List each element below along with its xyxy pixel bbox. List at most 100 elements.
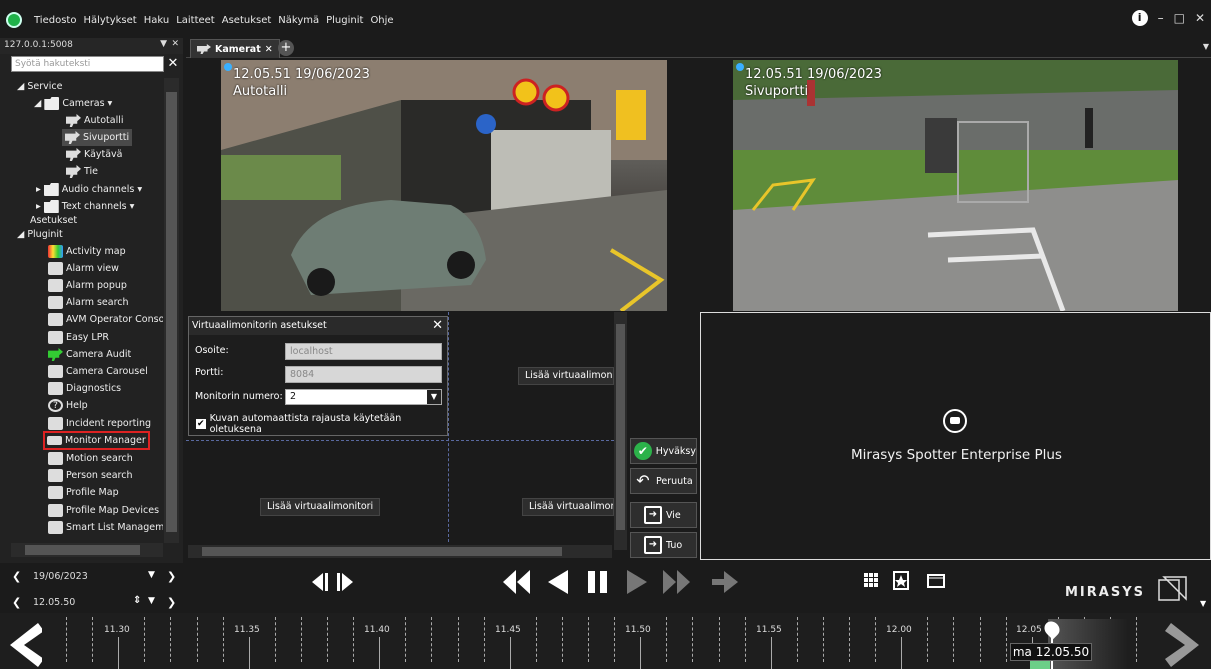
tree-service[interactable]: ◢ Service <box>17 78 62 95</box>
close-tab-icon[interactable]: ✕ <box>265 41 273 58</box>
camera-view-autotalli[interactable]: 12.05.51 19/06/2023 Autotalli <box>221 60 667 311</box>
add-virtual-monitor-button[interactable]: Lisää virtuaalimoni <box>518 367 614 385</box>
plugin-camera-audit[interactable]: Camera Audit <box>48 346 131 363</box>
chevron-down-icon[interactable]: ▼ <box>148 596 155 606</box>
expand-icon[interactable]: ◢ <box>17 78 24 95</box>
menu-pluginit[interactable]: Pluginit <box>326 15 363 26</box>
cancel-button[interactable]: ↶ Peruuta <box>630 468 697 494</box>
single-view-icon[interactable] <box>927 574 945 588</box>
camera-view-sivuportti[interactable]: 12.05.51 19/06/2023 Sivuportti <box>733 60 1178 311</box>
scroll-thumb[interactable] <box>25 545 140 555</box>
expand-icon[interactable]: ◢ <box>17 226 24 243</box>
dropdown-icon[interactable]: ▾ <box>108 95 113 112</box>
tree-camera-sivuportti[interactable]: Sivuportti <box>62 129 133 146</box>
grid-layout-icon[interactable] <box>864 573 878 587</box>
grid-vertical-scrollbar[interactable] <box>614 312 627 550</box>
previous-day-icon[interactable]: ❮ <box>12 570 21 583</box>
plugin-help[interactable]: ? Help <box>48 397 88 414</box>
plugin-easy-lpr[interactable]: Easy LPR <box>48 329 109 346</box>
plugin-incident-reporting[interactable]: Incident reporting <box>48 415 151 432</box>
logo-menu-icon[interactable]: ▼ <box>1200 599 1206 608</box>
fast-forward-icon[interactable] <box>663 570 690 594</box>
bookmark-icon[interactable] <box>893 571 909 590</box>
tree-vertical-scrollbar[interactable] <box>164 78 179 543</box>
plugin-profile-map-devices[interactable]: Profile Map Devices <box>48 502 159 519</box>
plugin-alarm-popup[interactable]: Alarm popup <box>48 277 127 294</box>
dropdown-icon[interactable]: ▾ <box>137 181 142 198</box>
add-tab-button[interactable]: + <box>278 40 294 56</box>
address-field[interactable]: localhost <box>285 343 442 360</box>
dropdown-icon[interactable]: ▾ <box>130 198 135 215</box>
step-frame-icon[interactable] <box>310 571 370 593</box>
menu-tiedosto[interactable]: Tiedosto <box>34 15 76 26</box>
spinner-icon[interactable]: ⇕ <box>133 595 141 606</box>
close-panel-icon[interactable]: ✕ <box>171 39 179 49</box>
menu-asetukset[interactable]: Asetukset <box>222 15 272 26</box>
plugin-motion-search[interactable]: Motion search <box>48 450 133 467</box>
next-day-icon[interactable]: ❯ <box>167 570 176 583</box>
close-window-icon[interactable]: ✕ <box>1195 11 1205 25</box>
auto-crop-checkbox[interactable]: ✔ Kuvan automaattista rajausta käytetään… <box>196 413 447 435</box>
dialog-close-icon[interactable]: ✕ <box>432 318 443 333</box>
monitor-number-select[interactable]: 2 ▼ <box>285 389 442 405</box>
add-virtual-monitor-button[interactable]: Lisää virtuaalimonitori <box>260 498 381 516</box>
play-backward-icon[interactable] <box>548 570 568 594</box>
tree-camera-autotalli[interactable]: Autotalli <box>66 112 124 129</box>
menu-haku[interactable]: Haku <box>144 15 169 26</box>
checkbox-icon[interactable]: ✔ <box>196 419 206 429</box>
timeline[interactable]: 11.30 11.35 11.40 11.45 11.50 11.55 12.0… <box>0 613 1211 669</box>
info-icon[interactable]: i <box>1131 10 1148 26</box>
menu-halytykset[interactable]: Hälytykset <box>83 15 136 26</box>
scroll-thumb[interactable] <box>616 324 625 530</box>
port-field[interactable]: 8084 <box>285 366 442 383</box>
timeline-back-icon[interactable] <box>4 619 42 669</box>
previous-time-icon[interactable]: ❮ <box>12 596 21 609</box>
plugin-activity-map[interactable]: Activity map <box>48 243 126 260</box>
collapsed-icon[interactable]: ▸ <box>36 181 41 198</box>
timeline-forward-icon[interactable] <box>1165 619 1201 669</box>
add-virtual-monitor-button[interactable]: Lisää virtuaalimoni <box>522 498 614 516</box>
search-input[interactable]: Syötä hakuteksti <box>11 56 164 72</box>
chevron-down-icon[interactable]: ▼ <box>427 390 441 404</box>
pause-icon[interactable] <box>588 571 607 593</box>
tree-horizontal-scrollbar[interactable] <box>11 543 163 557</box>
grid-horizontal-scrollbar[interactable] <box>188 545 612 558</box>
play-icon[interactable] <box>627 570 647 594</box>
next-time-icon[interactable]: ❯ <box>167 596 176 609</box>
menu-laitteet[interactable]: Laitteet <box>176 15 215 26</box>
plugin-alarm-search[interactable]: Alarm search <box>48 294 129 311</box>
tree-camera-kaytava[interactable]: Käytävä <box>66 146 123 163</box>
chevron-down-icon[interactable]: ▼ <box>148 570 155 580</box>
plugin-diagnostics[interactable]: Diagnostics <box>48 380 121 397</box>
scroll-thumb[interactable] <box>202 547 562 556</box>
rewind-icon[interactable] <box>503 570 530 594</box>
tree-audio-channels[interactable]: ▸ Audio channels ▾ <box>36 181 142 198</box>
plugin-camera-carousel[interactable]: Camera Carousel <box>48 363 148 380</box>
plugin-alarm-view[interactable]: Alarm view <box>48 260 119 277</box>
jump-live-icon[interactable] <box>712 571 738 593</box>
plugin-smart-list[interactable]: Smart List Managem <box>48 519 163 536</box>
tab-menu-icon[interactable]: ▼ <box>1203 42 1209 51</box>
menu-ohje[interactable]: Ohje <box>370 15 393 26</box>
scroll-thumb[interactable] <box>166 92 177 532</box>
plugin-monitor-manager[interactable]: Monitor Manager <box>43 431 150 450</box>
maximize-icon[interactable]: □ <box>1174 11 1185 25</box>
date-field[interactable]: 19/06/2023 <box>33 571 88 582</box>
timeline-tick <box>170 617 171 662</box>
menu-nakyma[interactable]: Näkymä <box>278 15 319 26</box>
clear-search-icon[interactable]: ✕ <box>166 57 180 71</box>
accept-button[interactable]: ✔ Hyväksy <box>630 438 697 464</box>
tree-pluginit[interactable]: ◢ Pluginit <box>17 226 63 243</box>
expand-icon[interactable]: ◢ <box>34 95 41 112</box>
import-button[interactable]: ➜ Tuo <box>630 532 697 558</box>
pin-icon[interactable]: ▼ <box>160 39 167 49</box>
plugin-profile-map[interactable]: Profile Map <box>48 484 119 501</box>
time-field[interactable]: 12.05.50 <box>33 597 75 608</box>
plugin-person-search[interactable]: Person search <box>48 467 133 484</box>
plugin-avm-operator[interactable]: AVM Operator Conso <box>48 311 163 328</box>
export-button[interactable]: ➜ Vie <box>630 502 697 528</box>
tree-cameras[interactable]: ◢ Cameras ▾ <box>34 95 112 112</box>
tab-kamerat[interactable]: Kamerat ✕ <box>190 39 280 58</box>
minimize-icon[interactable]: – <box>1158 11 1164 25</box>
tree-camera-tie[interactable]: Tie <box>66 163 98 180</box>
